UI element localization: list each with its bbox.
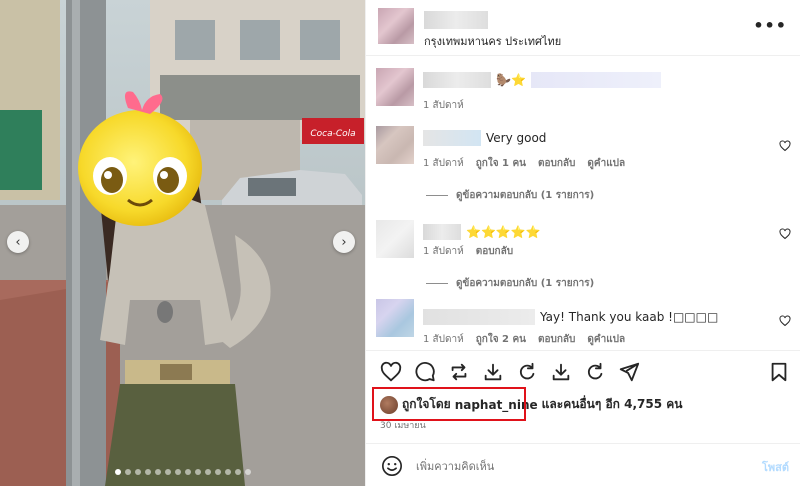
download-icon[interactable] [482, 361, 504, 383]
see-translation-button[interactable]: ดูคำแปล [587, 332, 625, 347]
photo-scene: Coca-Cola [0, 0, 365, 486]
commenter-avatar[interactable] [376, 299, 414, 337]
commenter-username-blurred[interactable] [423, 72, 491, 88]
like-heart-icon[interactable] [380, 361, 402, 383]
post-header: กรุงเทพมหานคร ประเทศไทย ••• [366, 0, 800, 56]
next-photo-button[interactable]: › [333, 231, 355, 253]
post-location[interactable]: กรุงเทพมหานคร ประเทศไทย [424, 32, 561, 50]
post-comment-button[interactable]: โพสต์ [762, 458, 789, 476]
likes-others[interactable]: และคนอื่นๆ อีก 4,755 คน [542, 395, 683, 414]
commenter-username-blurred[interactable] [423, 224, 461, 240]
comment-body: Very good [486, 131, 547, 145]
comment-time[interactable]: 1 สัปดาห์ [423, 156, 464, 171]
author-username-blurred[interactable] [424, 11, 488, 29]
view-replies-button[interactable]: ดูข้อความตอบกลับ (1 รายการ) [426, 188, 594, 203]
carousel-dot [124, 469, 131, 475]
view-replies-label: ดูข้อความตอบกลับ (1 รายการ) [456, 278, 595, 289]
add-comment-bar: โพสต์ [366, 443, 800, 486]
more-options-icon[interactable]: ••• [753, 16, 787, 35]
refresh-icon[interactable] [584, 361, 606, 383]
coca-cola-sign: Coca-Cola [310, 129, 355, 139]
emoji-icon[interactable] [381, 455, 403, 477]
view-replies-button[interactable]: ดูข้อความตอบกลับ (1 รายการ) [426, 276, 594, 291]
carousel-dot [174, 469, 181, 475]
commenter-avatar[interactable] [376, 220, 414, 258]
commenter-avatar[interactable] [376, 126, 414, 164]
highlight-box [372, 387, 526, 421]
carousel-dot [224, 469, 231, 475]
carousel-dot [154, 469, 161, 475]
comment-emoji: ⭐⭐⭐⭐⭐ [466, 225, 541, 239]
comment-emoji: 🦫⭐ [496, 73, 526, 87]
refresh-icon[interactable] [516, 361, 538, 383]
comment-body-blurred [530, 72, 661, 88]
carousel-dot [164, 469, 171, 475]
reply-button[interactable]: ตอบกลับ [538, 156, 575, 171]
see-translation-button[interactable]: ดูคำแปล [587, 156, 625, 171]
carousel-dots [0, 469, 365, 475]
comment-text: ⭐⭐⭐⭐⭐ [423, 224, 541, 240]
carousel-dot [144, 469, 151, 475]
comment-meta: 1 สัปดาห์ [423, 98, 464, 113]
carousel-dot [234, 469, 241, 475]
comment-meta: 1 สัปดาห์ ถูกใจ 1 คน ตอบกลับ ดูคำแปล [423, 156, 625, 171]
comment-time[interactable]: 1 สัปดาห์ [423, 98, 464, 113]
save-bookmark-icon[interactable] [768, 361, 790, 383]
comment-like-count[interactable]: ถูกใจ 1 คน [476, 156, 526, 171]
commenter-username-blurred[interactable] [423, 130, 481, 146]
carousel-dot [184, 469, 191, 475]
comment-text: 🦫⭐ [423, 72, 661, 88]
comment-bubble-icon[interactable] [414, 361, 436, 383]
comment-time[interactable]: 1 สัปดาห์ [423, 332, 464, 347]
commenter-username-blurred[interactable] [423, 309, 535, 325]
comment-like-count[interactable]: ถูกใจ 2 คน [476, 332, 526, 347]
carousel-dot [204, 469, 211, 475]
comment-time[interactable]: 1 สัปดาห์ [423, 244, 464, 259]
comment-input[interactable] [416, 456, 736, 476]
reply-button[interactable]: ตอบกลับ [476, 244, 513, 259]
author-avatar[interactable] [378, 8, 414, 44]
reply-button[interactable]: ตอบกลับ [538, 332, 575, 347]
commenter-avatar[interactable] [376, 68, 414, 106]
post-photo[interactable]: Coca-Cola ‹ › [0, 0, 365, 486]
replies-divider [426, 283, 448, 284]
carousel-dot [194, 469, 201, 475]
comment-meta: 1 สัปดาห์ ตอบกลับ [423, 244, 513, 259]
download-icon[interactable] [550, 361, 572, 383]
previous-photo-button[interactable]: ‹ [7, 231, 29, 253]
share-send-icon[interactable] [618, 361, 640, 383]
like-comment-heart-icon[interactable] [779, 315, 791, 327]
carousel-dot [114, 469, 121, 475]
replies-divider [426, 195, 448, 196]
repost-icon[interactable] [448, 361, 470, 383]
view-replies-label: ดูข้อความตอบกลับ (1 รายการ) [456, 190, 595, 201]
like-comment-heart-icon[interactable] [779, 140, 791, 152]
carousel-dot [214, 469, 221, 475]
comment-text: Yay! Thank you kaab !□□□□ [423, 309, 718, 325]
like-comment-heart-icon[interactable] [779, 228, 791, 240]
comment-text: Very good [423, 130, 546, 146]
carousel-dot [134, 469, 141, 475]
comment-body: Yay! Thank you kaab !□□□□ [540, 310, 719, 324]
comment-meta: 1 สัปดาห์ ถูกใจ 2 คน ตอบกลับ ดูคำแปล [423, 332, 625, 347]
carousel-dot [244, 469, 251, 475]
